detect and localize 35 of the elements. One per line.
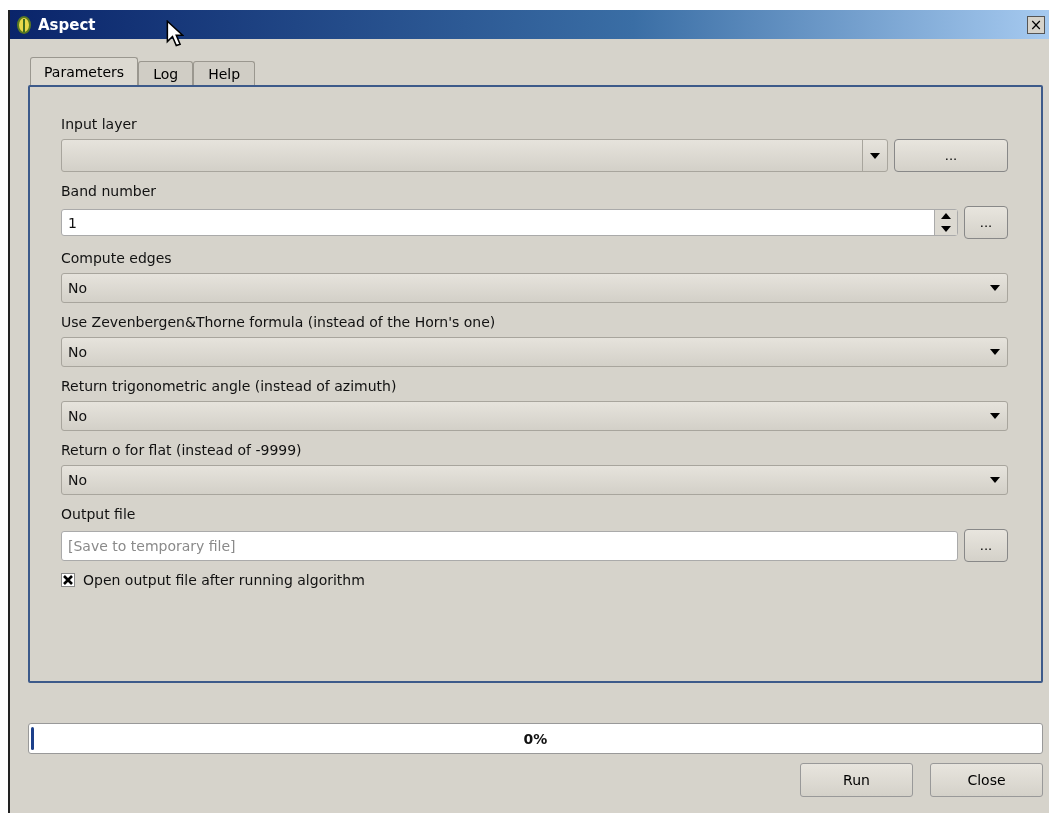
- dropdown[interactable]: No: [61, 337, 1008, 367]
- dropdown-arrow-icon: [990, 413, 1000, 419]
- dropdown[interactable]: No: [61, 273, 1008, 303]
- field-label: Band number: [61, 182, 158, 200]
- tab[interactable]: Help: [193, 61, 256, 85]
- dropdown[interactable]: No: [61, 465, 1008, 495]
- mouse-pointer-icon: [166, 20, 184, 48]
- checkbox[interactable]: [61, 573, 75, 587]
- field-label: Return o for flat (instead of -9999): [61, 441, 303, 459]
- close-button[interactable]: ×: [1027, 15, 1045, 34]
- app-logo-icon: [16, 15, 32, 34]
- dropdown-arrow-icon: [990, 477, 1000, 483]
- tab[interactable]: Log: [138, 61, 194, 85]
- down-arrow-icon[interactable]: [941, 225, 951, 232]
- progress-reading: 0%: [523, 730, 548, 747]
- browse-button[interactable]: ...: [964, 206, 1008, 239]
- field-label: Input layer: [61, 115, 138, 133]
- dropdown[interactable]: No: [61, 401, 1008, 431]
- browse-button[interactable]: ...: [964, 529, 1008, 562]
- tab[interactable]: Parameters: [30, 57, 139, 85]
- dropdown-arrow-icon: [990, 285, 1000, 291]
- up-arrow-icon[interactable]: [941, 213, 951, 220]
- field-label: Output file: [61, 505, 137, 523]
- browse-button[interactable]: ...: [894, 139, 1008, 172]
- field-label: Return trigonometric angle (instead of azimuth): [61, 377, 398, 395]
- dialog-button[interactable]: Run: [800, 763, 913, 797]
- spin-field[interactable]: 1: [61, 209, 958, 236]
- dialog-button[interactable]: Close: [930, 763, 1043, 797]
- checkbox-label: Open output file after running algorithm: [83, 572, 365, 588]
- output-file-field[interactable]: [Save to temporary file]: [61, 530, 958, 561]
- dropdown-arrow-icon: [870, 152, 880, 159]
- dropdown-arrow-icon: [990, 349, 1000, 355]
- window-title: Aspect: [38, 15, 96, 34]
- field-label: Compute edges: [61, 249, 173, 267]
- field-label: Use Zevenbergen&Thorne formula (instead of the Horn's one): [61, 313, 497, 331]
